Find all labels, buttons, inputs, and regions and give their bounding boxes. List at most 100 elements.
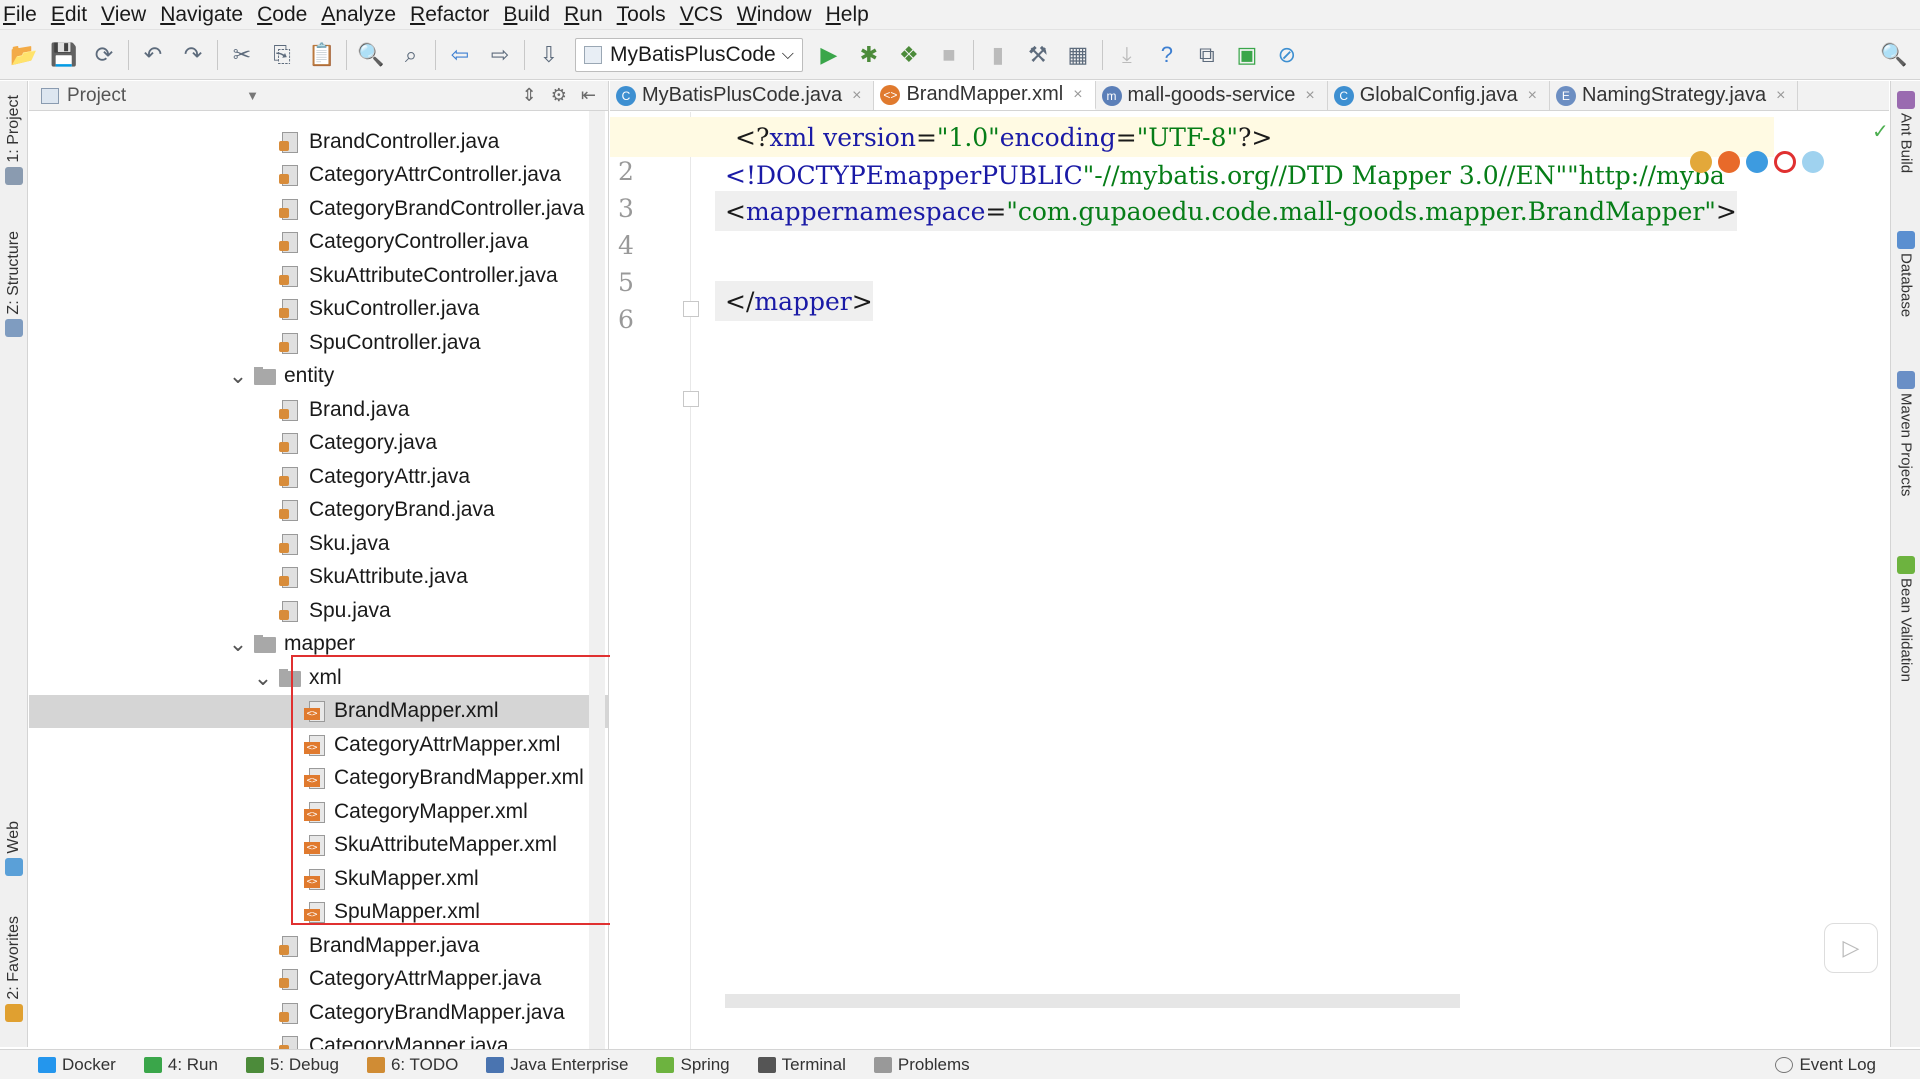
vcs-icon[interactable]: ⧉ xyxy=(1187,35,1227,75)
bean-validation-tool-tab[interactable]: Bean Validation xyxy=(1891,556,1920,682)
close-icon[interactable]: × xyxy=(1528,87,1537,105)
menu-run[interactable]: Run xyxy=(563,3,612,27)
database-tool-tab[interactable]: Database xyxy=(1891,231,1920,317)
menu-window[interactable]: Window xyxy=(736,3,821,27)
redo-icon[interactable]: ↷ xyxy=(173,35,213,75)
tree-file-row[interactable]: CategoryAttrController.java xyxy=(29,159,608,192)
tree-file-row[interactable]: CategoryMapper.xml xyxy=(29,795,608,828)
project-tool-tab[interactable]: 1: Project xyxy=(0,95,28,185)
chevron-down-icon[interactable]: ▼ xyxy=(246,88,259,103)
favorites-tool-tab[interactable]: 2: Favorites xyxy=(0,916,28,1022)
tree-folder-xml[interactable]: ⌄ xml xyxy=(29,661,608,694)
editor-tab[interactable]: E NamingStrategy.java × xyxy=(1550,81,1799,110)
menu-help[interactable]: Help xyxy=(825,3,878,27)
opera-icon[interactable] xyxy=(1774,151,1796,173)
menu-view[interactable]: View xyxy=(100,3,155,27)
replace-icon[interactable]: ⌕ xyxy=(391,35,431,75)
back-icon[interactable]: ⇦ xyxy=(440,35,480,75)
menu-analyze[interactable]: Analyze xyxy=(320,3,405,27)
menu-code[interactable]: Code xyxy=(256,3,316,27)
build-icon[interactable]: ⇩ xyxy=(529,35,569,75)
menu-build[interactable]: Build xyxy=(502,3,559,27)
save-all-icon[interactable]: 💾 xyxy=(44,35,84,75)
tree-file-row[interactable]: Brand.java xyxy=(29,393,608,426)
tree-file-row[interactable]: SpuMapper.xml xyxy=(29,896,608,929)
tree-file-row[interactable]: CategoryController.java xyxy=(29,226,608,259)
disable-icon[interactable]: ⊘ xyxy=(1267,35,1307,75)
gear-icon[interactable]: ⚙ xyxy=(551,85,567,106)
menu-tools[interactable]: Tools xyxy=(616,3,675,27)
inspection-ok-icon[interactable]: ✓ xyxy=(1872,119,1889,144)
help-icon[interactable]: ? xyxy=(1147,35,1187,75)
tree-file-row[interactable]: CategoryAttrMapper.java xyxy=(29,963,608,996)
bookmark-icon[interactable]: ▮ xyxy=(978,35,1018,75)
chevron-down-icon[interactable]: ⌄ xyxy=(228,631,248,657)
fold-close-marker[interactable] xyxy=(683,391,699,407)
code-line-3[interactable]: < mapper namespace = "com.gupaoedu.code.mal… xyxy=(715,191,1737,231)
tree-folder-entity[interactable]: ⌄ entity xyxy=(29,360,608,393)
editor-tab[interactable]: m mall-goods-service × xyxy=(1096,81,1328,110)
firefox-icon[interactable] xyxy=(1718,151,1740,173)
tool-window-button[interactable]: Terminal xyxy=(757,1055,846,1075)
tool-window-button[interactable]: 5: Debug xyxy=(245,1055,339,1075)
tool-window-button[interactable]: Problems xyxy=(873,1055,970,1075)
close-icon[interactable]: × xyxy=(852,87,861,105)
collapse-all-icon[interactable]: ⇕ xyxy=(522,85,537,106)
editor-tab[interactable]: <> BrandMapper.xml × xyxy=(874,81,1096,110)
tree-folder-mapper[interactable]: ⌄ mapper xyxy=(29,628,608,661)
tree-file-row[interactable]: CategoryAttrMapper.xml xyxy=(29,728,608,761)
coverage-icon[interactable]: ❖ xyxy=(889,35,929,75)
tree-file-row[interactable]: CategoryBrandMapper.xml xyxy=(29,762,608,795)
ant-build-tool-tab[interactable]: Ant Build xyxy=(1891,91,1920,173)
tree-file-row[interactable]: SkuAttributeController.java xyxy=(29,259,608,292)
chevron-down-icon[interactable]: ⌄ xyxy=(228,363,248,389)
search-everywhere-icon[interactable]: 🔍 xyxy=(1874,35,1914,75)
event-log-button[interactable]: Event Log xyxy=(1775,1055,1876,1075)
tree-file-row[interactable]: CategoryBrandMapper.java xyxy=(29,996,608,1029)
play-overlay-icon[interactable]: ▷ xyxy=(1824,923,1878,973)
settings-icon[interactable]: ⚒ xyxy=(1018,35,1058,75)
download-icon[interactable]: ⤓ xyxy=(1107,35,1147,75)
tree-file-row[interactable]: SkuAttribute.java xyxy=(29,561,608,594)
sync-icon[interactable]: ⟳ xyxy=(84,35,124,75)
close-icon[interactable]: × xyxy=(1776,87,1785,105)
editor-tab[interactable]: C MyBatisPlusCode.java × xyxy=(610,81,875,110)
tool-window-button[interactable]: Docker xyxy=(38,1055,116,1075)
debug-icon[interactable]: ✱ xyxy=(849,35,889,75)
cut-icon[interactable]: ✂ xyxy=(222,35,262,75)
code-line-2[interactable]: <!DOCTYPE mapper PUBLIC "-//mybatis.org/… xyxy=(715,155,1725,195)
project-panel-title[interactable]: Project xyxy=(67,85,126,107)
horizontal-scrollbar[interactable] xyxy=(725,994,1460,1008)
tree-file-row[interactable]: SkuAttributeMapper.xml xyxy=(29,829,608,862)
fold-open-marker[interactable] xyxy=(683,301,699,317)
forward-icon[interactable]: ⇨ xyxy=(480,35,520,75)
menu-file[interactable]: File xyxy=(2,3,46,27)
copy-icon[interactable]: ⎘ xyxy=(262,35,302,75)
tool-window-button[interactable]: Spring xyxy=(656,1055,730,1075)
close-icon[interactable]: × xyxy=(1073,86,1082,104)
tree-file-row[interactable]: BrandController.java xyxy=(29,125,608,158)
tool-window-button[interactable]: 6: TODO xyxy=(366,1055,458,1075)
tree-file-row[interactable]: SkuController.java xyxy=(29,293,608,326)
web-tool-tab[interactable]: Web xyxy=(0,821,28,876)
chevron-down-icon[interactable]: ⌄ xyxy=(253,665,273,691)
editor-tab[interactable]: C GlobalConfig.java × xyxy=(1328,81,1550,110)
tool-window-button[interactable]: 4: Run xyxy=(143,1055,218,1075)
paste-icon[interactable]: 📋 xyxy=(302,35,342,75)
structure-tool-tab[interactable]: Z: Structure xyxy=(0,231,28,337)
code-line-5[interactable]: </mapper > xyxy=(715,281,873,321)
menu-vcs[interactable]: VCS xyxy=(679,3,732,27)
menu-refactor[interactable]: Refactor xyxy=(409,3,498,27)
monitor-icon[interactable]: ▣ xyxy=(1227,35,1267,75)
chrome-icon[interactable] xyxy=(1690,151,1712,173)
tree-file-row[interactable]: CategoryBrand.java xyxy=(29,494,608,527)
tree-file-row[interactable]: Sku.java xyxy=(29,527,608,560)
ie-icon[interactable] xyxy=(1802,151,1824,173)
stop-icon[interactable]: ■ xyxy=(929,35,969,75)
tree-file-row[interactable]: Category.java xyxy=(29,427,608,460)
find-icon[interactable]: 🔍 xyxy=(351,35,391,75)
project-structure-icon[interactable]: ▦ xyxy=(1058,35,1098,75)
run-icon[interactable]: ▶ xyxy=(809,35,849,75)
tree-file-row[interactable]: BrandMapper.java xyxy=(29,929,608,962)
menu-edit[interactable]: Edit xyxy=(50,3,96,27)
